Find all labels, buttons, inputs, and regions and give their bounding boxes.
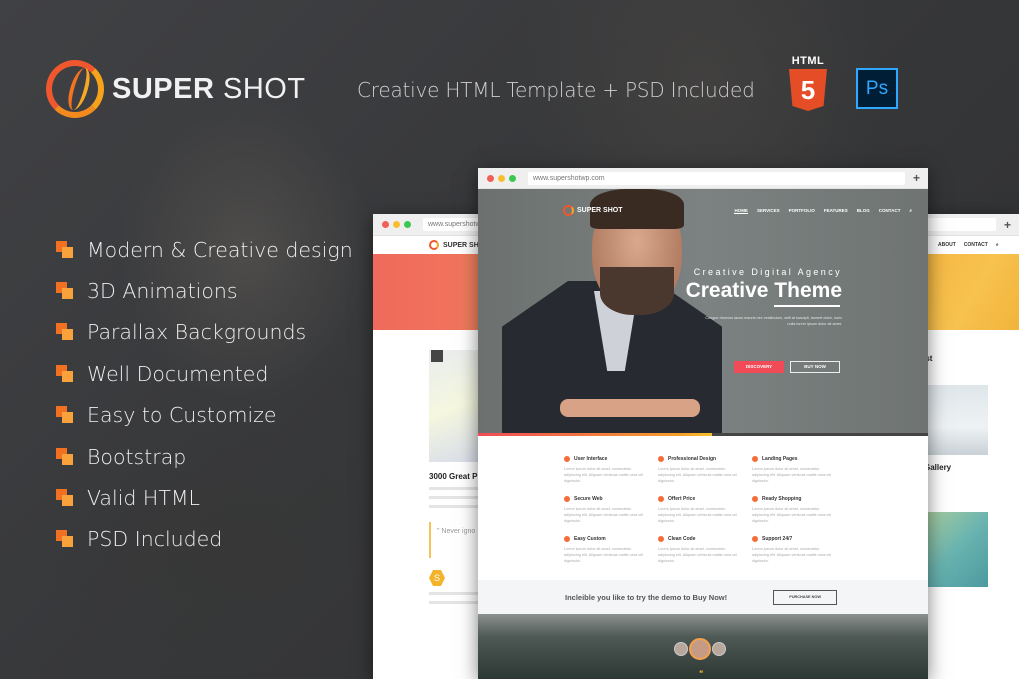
- hexagon-avatar-icon: S: [429, 570, 445, 586]
- feature-item: 3D Animations: [56, 270, 353, 311]
- site-logo: SUPER SHOT: [563, 205, 623, 216]
- site-nav: SUPER SHOT: [373, 236, 493, 254]
- discovery-button[interactable]: DISCOVERY: [734, 361, 784, 373]
- avatar[interactable]: [674, 642, 688, 656]
- search-icon[interactable]: ⌕: [909, 208, 912, 214]
- services-grid: User Interface Lorem ipsum dolor sit amet…: [564, 436, 928, 576]
- square-bullet-icon: [56, 240, 74, 259]
- service-item: User Interface Lorem ipsum dolor sit amet…: [564, 456, 644, 484]
- cta-text: Incleible you like to try the demo to Bu…: [565, 592, 728, 602]
- feature-item: Bootstrap: [56, 436, 353, 477]
- testimonial-avatars: [674, 638, 726, 660]
- power-icon: [564, 456, 570, 462]
- html5-icon: 5: [789, 69, 827, 111]
- custom-icon: [564, 536, 570, 542]
- tagline: Creative HTML Template + PSD Included: [357, 78, 755, 102]
- service-item: Clean Code Lorem ipsum dolor sit amet, co…: [658, 536, 738, 564]
- code-icon: [658, 536, 664, 542]
- photoshop-icon: Ps: [856, 68, 898, 109]
- service-item: Ready Shopping Lorem ipsum dolor sit amet…: [752, 496, 832, 524]
- hero-title: Creative Theme: [685, 279, 842, 302]
- brand-name: SUPER SHOT: [112, 72, 306, 105]
- lock-icon: [564, 496, 570, 502]
- square-bullet-icon: [56, 447, 74, 466]
- feature-item: Modern & Creative design: [56, 229, 353, 270]
- service-item: Secure Web Lorem ipsum dolor sit amet, co…: [564, 496, 644, 524]
- purchase-now-button[interactable]: PURCHASE NOW: [773, 589, 838, 605]
- service-item: Easy Custom Lorem ipsum dolor sit amet, c…: [564, 536, 644, 564]
- service-item: Landing Pages Lorem ipsum dolor sit amet,…: [752, 456, 832, 484]
- browser-window-left: www.supershotwp.com SUPER SHOT 3000 Grea…: [373, 214, 493, 679]
- site-nav: SUPER SHOT HOME SERVICES PORTFOLIO FEATU…: [563, 205, 912, 216]
- browser-window-main: www.supershotwp.com + SUPER SHOT HOME SE…: [478, 168, 928, 679]
- feature-item: Well Documented: [56, 353, 353, 394]
- cart-icon: [752, 496, 758, 502]
- image-icon: [431, 350, 443, 362]
- logo-icon: [563, 205, 574, 216]
- close-dot-icon: [487, 174, 494, 182]
- hero-subtitle: Creative Digital Agency: [693, 267, 842, 277]
- support-icon: [752, 536, 758, 542]
- nav-services[interactable]: SERVICES: [757, 208, 780, 214]
- service-item: Offert Price Lorem ipsum dolor sit amet, …: [658, 496, 738, 524]
- feature-item: Easy to Customize: [56, 395, 353, 436]
- divider: [774, 305, 840, 307]
- new-tab-icon: +: [1003, 217, 1011, 232]
- quote-icon: ❝: [699, 669, 704, 678]
- service-item: Professional Design Lorem ipsum dolor sit…: [658, 456, 738, 484]
- feature-list: Modern & Creative design 3D Animations P…: [56, 229, 353, 560]
- avatar-active[interactable]: [689, 638, 711, 660]
- feature-item: PSD Included: [56, 519, 353, 560]
- minimize-dot-icon: [498, 174, 505, 182]
- new-tab-icon: +: [912, 171, 920, 185]
- buy-now-button[interactable]: BUY NOW: [790, 361, 840, 373]
- minimize-dot-icon: [393, 221, 400, 228]
- hero-portrait: [500, 189, 722, 433]
- flame-logo-icon: [46, 60, 104, 118]
- testimonial-section: ❝: [478, 614, 928, 679]
- square-bullet-icon: [56, 530, 74, 548]
- feature-item: Valid HTML: [56, 477, 353, 518]
- square-bullet-icon: [56, 323, 74, 341]
- browser-chrome: www.supershotwp.com: [373, 214, 493, 236]
- hero-text: Congue rhoncus lacus mauris nec vestibul…: [705, 316, 842, 327]
- nav-contact[interactable]: CONTACT: [879, 208, 901, 214]
- maximize-dot-icon: [404, 221, 411, 228]
- square-bullet-icon: [56, 364, 74, 383]
- design-icon: [658, 456, 664, 462]
- square-bullet-icon: [56, 489, 74, 507]
- browser-chrome: www.supershotwp.com +: [478, 168, 928, 189]
- pages-icon: [752, 456, 758, 462]
- nav-features[interactable]: FEATURES: [824, 208, 848, 214]
- html5-badge: HTML 5: [788, 55, 828, 111]
- nav-home[interactable]: HOME: [734, 208, 748, 214]
- brand-logo: SUPER SHOT: [46, 60, 306, 118]
- maximize-dot-icon: [509, 174, 516, 182]
- logo-icon: [429, 240, 439, 250]
- service-item: Support 24/7 Lorem ipsum dolor sit amet, …: [752, 536, 832, 564]
- hero-image: [373, 254, 493, 330]
- feature-item: Parallax Backgrounds: [56, 312, 353, 353]
- moon-icon: [658, 496, 664, 502]
- square-bullet-icon: [56, 406, 74, 424]
- url-bar: www.supershotwp.com: [528, 171, 905, 185]
- nav-blog[interactable]: BLOG: [857, 208, 870, 214]
- nav-portfolio[interactable]: PORTFOLIO: [789, 208, 815, 214]
- cta-banner: Incleible you like to try the demo to Bu…: [478, 580, 928, 614]
- avatar[interactable]: [712, 642, 726, 656]
- close-dot-icon: [382, 221, 389, 228]
- square-bullet-icon: [56, 282, 74, 300]
- hero-section: SUPER SHOT HOME SERVICES PORTFOLIO FEATU…: [478, 189, 928, 433]
